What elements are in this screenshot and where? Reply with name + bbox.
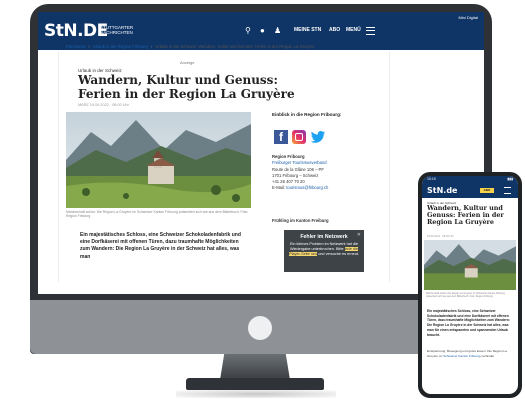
error-message: Ein kleines Problem im Netzwerk hat die … — [284, 242, 364, 257]
monitor-button — [248, 316, 272, 340]
article-headline: Wandern, Kultur und Genuss: Ferien in de… — [78, 73, 295, 101]
phone-dateline: 19.09.2022 · 08:00 Uhr — [427, 235, 454, 238]
monitor-neck — [220, 354, 290, 380]
email-link[interactable]: tourismus@fribourg.ch — [286, 185, 328, 190]
phone-lead: Ein majestätisches Schloss, eine Schweiz… — [427, 309, 510, 337]
error-title: Fehler im Netzwerk — [300, 234, 348, 240]
phone-status-bar: 10:19 ▮▮▮ — [422, 176, 518, 183]
error-text: Ein kleines Problem im Netzwerk hat — [290, 242, 352, 246]
close-icon[interactable]: ✕ — [357, 232, 361, 238]
breadcrumb-item[interactable]: Urlaub in der Region Fribourg — [93, 44, 148, 49]
phone-body-part: verbindet — [481, 353, 495, 358]
phone-device: 10:19 ▮▮▮ StN.de ABO Urlaub in der Schwe… — [418, 172, 522, 398]
phone-header: StN.de ABO — [422, 183, 518, 198]
phone-logo[interactable]: StN.de — [427, 186, 457, 195]
breadcrumb-current: Urlaub in der Schweiz: Wandern, Kultur u… — [155, 44, 315, 49]
video-section-title: Frühling im Kanton Freiburg — [272, 218, 329, 223]
phone-menu-icon[interactable] — [504, 187, 511, 194]
article-photo[interactable] — [66, 112, 251, 208]
digital-label[interactable]: Mini Digital — [458, 15, 478, 20]
email-label: E-Mail: — [272, 185, 286, 191]
bell-icon[interactable]: ● — [260, 26, 265, 35]
sidebar-heading: Einblick in die Region Fribourg: — [272, 112, 367, 117]
nav-meine-stn[interactable]: MEINE STN — [294, 27, 321, 33]
nav-menu[interactable]: MENÜ — [346, 27, 361, 33]
signal-icon: ▮▮▮ — [507, 177, 513, 181]
instagram-icon[interactable] — [292, 130, 306, 144]
site-logo-subtitle: STUTTGARTER NACHRICHTEN — [100, 25, 134, 35]
phone-body-link[interactable]: Schweizer Kanton Fribourg — [443, 354, 480, 358]
twitter-icon[interactable] — [310, 131, 326, 143]
article-dateline: MÄRZ 19.09.2022 · 08:00 Uhr — [78, 103, 129, 107]
monitor-foot — [186, 378, 324, 390]
contact-block: Region Fribourg Freiburger Tourismusverb… — [272, 154, 372, 192]
phone-article-photo[interactable] — [424, 240, 516, 290]
ad-label: Anzeige — [180, 60, 195, 65]
breadcrumb: Panorama › Urlaub in der Region Fribourg › U… — [66, 44, 315, 49]
phone-body-text: Entspannung, Bewegung und gutes Essen: D… — [427, 349, 514, 358]
facebook-icon[interactable]: f — [274, 130, 288, 144]
phone-screen: 10:19 ▮▮▮ StN.de ABO Urlaub in der Schwe… — [422, 176, 518, 394]
phone-headline: Wandern, Kultur und Genuss: Ferien in de… — [427, 204, 504, 227]
phone-photo-caption: Märchenhaft schön: Die Region La Gruyère… — [426, 292, 505, 299]
sidebar-title: Einblick in die Region Fribourg: — [272, 112, 342, 117]
video-error-box[interactable]: ✕ Fehler im Netzwerk Ein kleines Problem… — [284, 230, 364, 272]
monitor-shadow — [176, 390, 336, 398]
photo-caption: Märchenhaft schön: Die Region La Gruyère… — [66, 210, 249, 219]
site-logo[interactable]: StN.DE — [44, 21, 108, 41]
breadcrumb-item[interactable]: Panorama — [66, 44, 85, 49]
status-time: 10:19 — [427, 177, 436, 181]
error-text: und versuche es erneut. — [318, 252, 359, 256]
article-lead: Ein majestätisches Schloss, eine Schweiz… — [80, 232, 241, 260]
menu-icon[interactable] — [366, 27, 375, 35]
nav-abo[interactable]: ABO — [329, 27, 340, 33]
user-icon[interactable]: ♟ — [274, 26, 281, 35]
phone-abo-button[interactable]: ABO — [480, 188, 494, 193]
search-icon[interactable]: ⚲ — [245, 26, 251, 35]
